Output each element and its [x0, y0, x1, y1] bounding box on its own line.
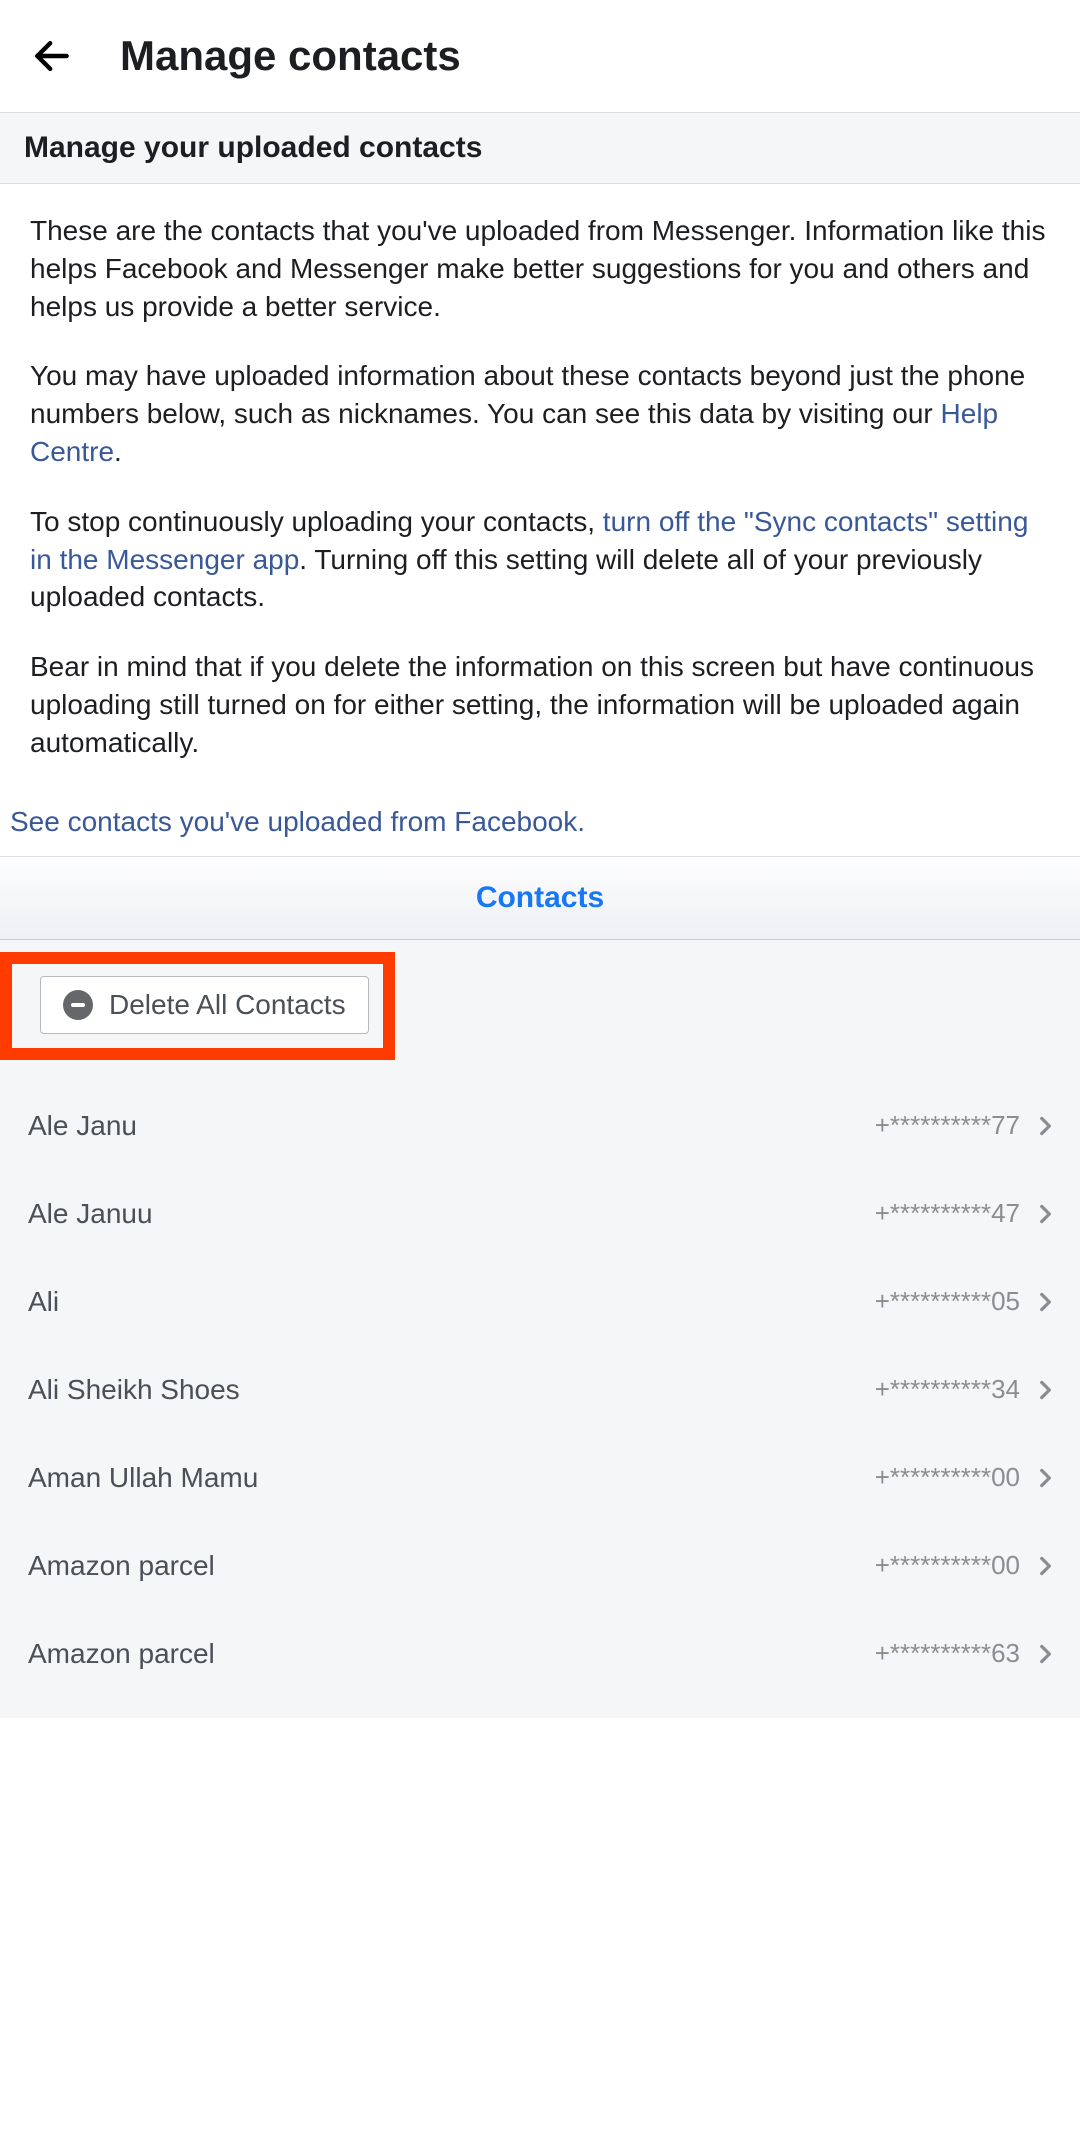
chevron-right-icon: [1030, 1375, 1060, 1405]
contact-name: Amazon parcel: [28, 1638, 215, 1670]
chevron-right-icon: [1030, 1551, 1060, 1581]
app-header: Manage contacts: [0, 0, 1080, 112]
contact-phone: +**********77: [875, 1110, 1020, 1141]
contact-row[interactable]: Amazon parcel +**********00: [0, 1522, 1080, 1610]
contact-row[interactable]: Amazon parcel +**********63: [0, 1610, 1080, 1698]
contact-phone: +**********63: [875, 1638, 1020, 1669]
contacts-section-header: Contacts: [0, 856, 1080, 940]
delete-all-contacts-button[interactable]: Delete All Contacts: [40, 976, 369, 1034]
chevron-right-icon: [1030, 1463, 1060, 1493]
contact-phone: +**********00: [875, 1550, 1020, 1581]
chevron-right-icon: [1030, 1287, 1060, 1317]
info-paragraph-1: These are the contacts that you've uploa…: [30, 212, 1050, 325]
contact-phone: +**********00: [875, 1462, 1020, 1493]
info-paragraph-4: Bear in mind that if you delete the info…: [30, 648, 1050, 761]
contact-row[interactable]: Ali +**********05: [0, 1258, 1080, 1346]
section-subheader: Manage your uploaded contacts: [0, 112, 1080, 184]
contact-row[interactable]: Ale Janu +**********77: [0, 1082, 1080, 1170]
contact-row[interactable]: Aman Ullah Mamu +**********00: [0, 1434, 1080, 1522]
contact-name: Aman Ullah Mamu: [28, 1462, 258, 1494]
page-title: Manage contacts: [120, 32, 461, 80]
chevron-right-icon: [1030, 1199, 1060, 1229]
back-arrow-icon[interactable]: [24, 28, 80, 84]
chevron-right-icon: [1030, 1639, 1060, 1669]
highlight-annotation: Delete All Contacts: [0, 952, 395, 1060]
contact-phone: +**********05: [875, 1286, 1020, 1317]
chevron-right-icon: [1030, 1111, 1060, 1141]
contact-name: Ali: [28, 1286, 59, 1318]
contact-name: Ali Sheikh Shoes: [28, 1374, 240, 1406]
minus-circle-icon: [63, 990, 93, 1020]
contact-name: Amazon parcel: [28, 1550, 215, 1582]
info-block: These are the contacts that you've uploa…: [0, 184, 1080, 802]
contact-row[interactable]: Ali Sheikh Shoes +**********34: [0, 1346, 1080, 1434]
contact-phone: +**********47: [875, 1198, 1020, 1229]
contacts-list-area: Delete All Contacts Ale Janu +**********…: [0, 940, 1080, 1718]
info-paragraph-2: You may have uploaded information about …: [30, 357, 1050, 470]
contact-name: Ale Janu: [28, 1110, 137, 1142]
delete-all-label: Delete All Contacts: [109, 989, 346, 1021]
see-facebook-contacts-link[interactable]: See contacts you've uploaded from Facebo…: [0, 802, 1080, 856]
contact-name: Ale Januu: [28, 1198, 153, 1230]
contact-phone: +**********34: [875, 1374, 1020, 1405]
info-paragraph-3: To stop continuously uploading your cont…: [30, 503, 1050, 616]
contact-row[interactable]: Ale Januu +**********47: [0, 1170, 1080, 1258]
